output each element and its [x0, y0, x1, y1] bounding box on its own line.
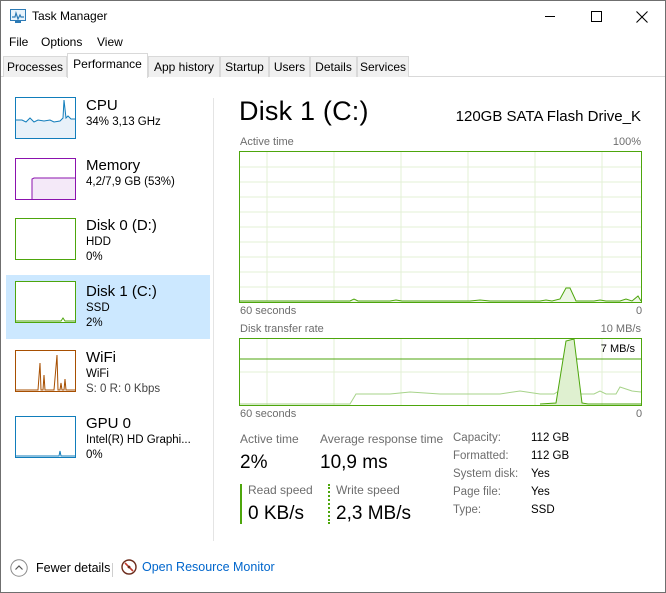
chevron-up-icon	[10, 559, 28, 577]
wifi-thumbnail	[15, 350, 76, 392]
property-label: Page file:	[453, 486, 501, 498]
sidebar-item-detail: Intel(R) HD Graphi...	[86, 434, 191, 446]
property-label: Type:	[453, 504, 482, 516]
transfer-rate-line-label: 7 MB/s	[600, 343, 635, 355]
transfer-rate-duration-label: 60 seconds	[240, 408, 297, 420]
footer: Fewer details Open Resource Monitor	[1, 551, 665, 589]
tab-app-history[interactable]: App history	[148, 56, 220, 77]
sidebar-item-label: CPU	[86, 97, 118, 114]
active-time-stat-label: Active time	[240, 432, 299, 446]
read-speed-label: Read speed	[248, 483, 313, 497]
gpu-thumbnail	[15, 416, 76, 458]
avg-response-label: Average response time	[320, 432, 444, 446]
menu-view[interactable]: View	[97, 35, 123, 49]
transfer-rate-min-label: 0	[636, 408, 643, 420]
sidebar-item-memory[interactable]: Memory 4,2/7,9 GB (53%)	[6, 152, 210, 216]
sidebar-item-detail: 4,2/7,9 GB (53%)	[86, 176, 175, 188]
fewer-details-label: Fewer details	[36, 561, 111, 575]
read-speed-indicator	[240, 484, 242, 524]
active-time-graph-label: Active time	[240, 136, 294, 148]
open-resource-monitor-link[interactable]: Open Resource Monitor	[121, 559, 275, 575]
sidebar-item-cpu[interactable]: CPU 34% 3,13 GHz	[6, 92, 210, 156]
property-label: Capacity:	[453, 432, 501, 444]
sidebar-item-disk0[interactable]: Disk 0 (D:) HDD 0%	[6, 212, 210, 276]
tab-startup[interactable]: Startup	[220, 56, 269, 77]
sidebar-item-label: Disk 1 (C:)	[86, 283, 157, 300]
fewer-details-button[interactable]: Fewer details	[10, 559, 110, 577]
property-value: Yes	[531, 468, 550, 480]
sidebar-item-usage: 0%	[86, 251, 103, 263]
property-label: Formatted:	[453, 450, 509, 462]
transfer-rate-max-label: 10 MB/s	[600, 323, 641, 335]
disk-model: 120GB SATA Flash Drive_K	[455, 108, 641, 125]
sidebar-item-usage: S: 0 R: 0 Kbps	[86, 383, 161, 395]
footer-separator	[112, 563, 113, 577]
tab-services[interactable]: Services	[357, 56, 409, 77]
close-button[interactable]	[619, 1, 665, 32]
sidebar-item-detail: WiFi	[86, 368, 109, 380]
write-speed-indicator	[328, 484, 330, 524]
disk0-thumbnail	[15, 218, 76, 260]
window-title: Task Manager	[32, 9, 108, 23]
menu-file[interactable]: File	[9, 35, 28, 49]
write-speed-value: 2,3 MB/s	[336, 503, 411, 524]
active-time-stat-value: 2%	[240, 452, 268, 473]
property-value: 112 GB	[531, 450, 570, 462]
minimize-button[interactable]	[527, 1, 573, 32]
sidebar-item-label: GPU 0	[86, 415, 132, 432]
tab-performance[interactable]: Performance	[67, 53, 148, 78]
task-manager-window: Task Manager File Options View Processes…	[0, 0, 666, 593]
close-icon	[636, 10, 648, 23]
tab-details[interactable]: Details	[310, 56, 357, 77]
maximize-button[interactable]	[573, 1, 619, 32]
active-time-duration-label: 60 seconds	[240, 305, 297, 317]
property-value: Yes	[531, 486, 550, 498]
sidebar-item-detail: HDD	[86, 236, 111, 248]
disk-title: Disk 1 (C:)	[239, 96, 369, 126]
title-bar[interactable]: Task Manager	[1, 1, 665, 32]
menu-options[interactable]: Options	[41, 35, 82, 49]
sidebar-item-detail: SSD	[86, 302, 110, 314]
memory-thumbnail	[15, 158, 76, 200]
active-time-graph	[239, 151, 642, 303]
active-time-max-label: 100%	[612, 136, 641, 148]
sidebar-item-detail: 34% 3,13 GHz	[86, 116, 161, 128]
avg-response-value: 10,9 ms	[320, 452, 388, 473]
sidebar-item-label: Memory	[86, 157, 141, 174]
tab-users[interactable]: Users	[269, 56, 310, 77]
sidebar-item-usage: 2%	[86, 317, 103, 329]
minimize-icon	[544, 16, 555, 17]
menu-bar: File Options View	[1, 32, 665, 52]
write-speed-label: Write speed	[336, 483, 400, 497]
sidebar-item-gpu0[interactable]: GPU 0 Intel(R) HD Graphi... 0%	[6, 410, 210, 474]
task-manager-icon	[10, 9, 26, 23]
transfer-rate-graph-label: Disk transfer rate	[240, 323, 324, 335]
sidebar-item-wifi[interactable]: WiFi WiFi S: 0 R: 0 Kbps	[6, 344, 210, 408]
disk1-thumbnail	[15, 281, 76, 323]
resource-monitor-icon	[121, 559, 137, 575]
sidebar-divider	[213, 98, 214, 541]
active-time-min-label: 0	[636, 305, 643, 317]
transfer-rate-graph: 7 MB/s	[239, 338, 642, 406]
sidebar-item-disk1[interactable]: Disk 1 (C:) SSD 2%	[6, 275, 210, 339]
sidebar-item-label: Disk 0 (D:)	[86, 217, 157, 234]
maximize-icon	[590, 11, 602, 22]
read-speed-value: 0 KB/s	[248, 503, 304, 524]
tab-processes[interactable]: Processes	[3, 56, 67, 77]
cpu-thumbnail	[15, 97, 76, 139]
property-value: 112 GB	[531, 432, 570, 444]
open-resource-monitor-label: Open Resource Monitor	[142, 560, 275, 574]
tab-bar: Processes Performance App history Startu…	[1, 53, 665, 78]
property-value: SSD	[531, 504, 555, 516]
property-label: System disk:	[453, 468, 519, 480]
sidebar-item-usage: 0%	[86, 449, 103, 461]
sidebar-item-label: WiFi	[86, 349, 116, 366]
